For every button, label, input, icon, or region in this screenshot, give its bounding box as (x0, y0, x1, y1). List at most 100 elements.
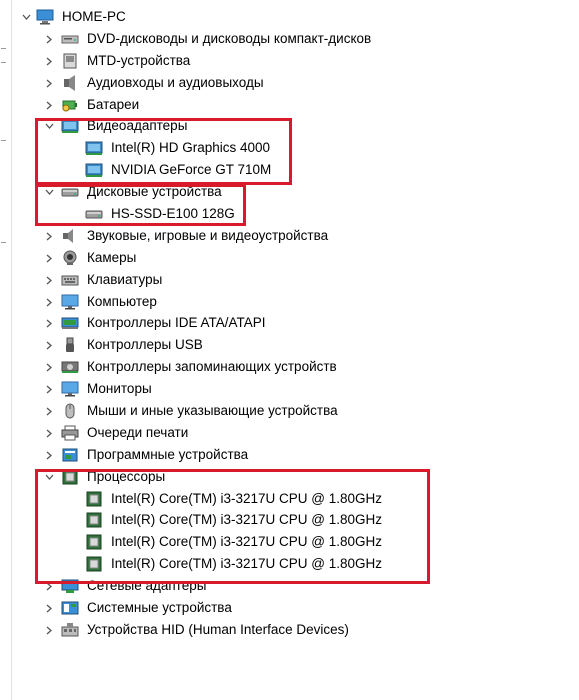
tree-category-9[interactable]: Компьютер (12, 291, 579, 313)
expand-arrow-icon[interactable] (42, 269, 56, 291)
tree-category-2[interactable]: Аудиовходы и аудиовыходы (12, 72, 579, 94)
expand-arrow-icon[interactable] (42, 356, 56, 378)
tree-category-6[interactable]: Звуковые, игровые и видеоустройства (12, 225, 579, 247)
expand-arrow-icon[interactable] (42, 334, 56, 356)
tree-device-4-1[interactable]: NVIDIA GeForce GT 710M (12, 159, 579, 181)
collapse-arrow-icon[interactable] (42, 115, 56, 137)
tree-device-17-0[interactable]: Intel(R) Core(TM) i3-3217U CPU @ 1.80GHz (12, 488, 579, 510)
system-device-icon (61, 600, 79, 616)
tree-category-10[interactable]: Контроллеры IDE ATA/ATAPI (12, 312, 579, 334)
expand-arrow-icon[interactable] (42, 28, 56, 50)
tree-item-label: Intel(R) Core(TM) i3-3217U CPU @ 1.80GHz (111, 556, 383, 572)
mouse-icon (61, 403, 79, 419)
tree-item-label: Контроллеры IDE ATA/ATAPI (87, 315, 266, 331)
tree-device-5-0[interactable]: HS-SSD-E100 128G (12, 203, 579, 225)
expand-arrow-icon[interactable] (42, 50, 56, 72)
tree-item-label: Контроллеры USB (87, 337, 203, 353)
disk-drive-icon (85, 206, 103, 222)
monitor-icon (61, 294, 79, 310)
tree-category-7[interactable]: Камеры (12, 247, 579, 269)
pane-tick-mark (1, 242, 6, 243)
tree-category-16[interactable]: Программные устройства (12, 444, 579, 466)
tree-item-label: NVIDIA GeForce GT 710M (111, 162, 272, 178)
collapse-arrow-icon[interactable] (42, 466, 56, 488)
tree-item-label: Очереди печати (87, 424, 189, 440)
tree-item-label: MTD-устройства (87, 52, 191, 68)
computer-icon (36, 9, 54, 25)
network-adapter-icon (61, 578, 79, 594)
speaker-icon (61, 228, 79, 244)
tree-category-11[interactable]: Контроллеры USB (12, 334, 579, 356)
collapse-arrow-icon[interactable] (19, 6, 33, 28)
tree-category-4[interactable]: Видеоадаптеры (12, 115, 579, 137)
tree-category-19[interactable]: Системные устройства (12, 597, 579, 619)
processor-icon (85, 534, 103, 550)
tree-device-17-1[interactable]: Intel(R) Core(TM) i3-3217U CPU @ 1.80GHz (12, 509, 579, 531)
tree-category-8[interactable]: Клавиатуры (12, 269, 579, 291)
tree-category-12[interactable]: Контроллеры запоминающих устройств (12, 356, 579, 378)
tree-category-0[interactable]: DVD-дисководы и дисководы компакт-дисков (12, 28, 579, 50)
expand-arrow-icon[interactable] (42, 94, 56, 116)
processor-icon (61, 469, 79, 485)
tree-category-18[interactable]: Сетевые адаптеры (12, 575, 579, 597)
expand-arrow-icon[interactable] (42, 597, 56, 619)
tree-item-label: Дисковые устройства (87, 184, 222, 200)
software-device-icon (61, 447, 79, 463)
mtd-device-icon (61, 53, 79, 69)
tree-item-label: Клавиатуры (87, 271, 163, 287)
tree-item-label: Intel(R) HD Graphics 4000 (111, 140, 271, 156)
tree-category-13[interactable]: Мониторы (12, 378, 579, 400)
tree-device-17-3[interactable]: Intel(R) Core(TM) i3-3217U CPU @ 1.80GHz (12, 553, 579, 575)
tree-item-label: Intel(R) Core(TM) i3-3217U CPU @ 1.80GHz (111, 512, 383, 528)
pane-tick-mark (1, 62, 6, 63)
tree-category-17[interactable]: Процессоры (12, 466, 579, 488)
tree-item-label: HS-SSD-E100 128G (111, 206, 235, 222)
collapse-arrow-icon[interactable] (42, 181, 56, 203)
tree-item-label: Батареи (87, 96, 140, 112)
tree-root-home-pc[interactable]: HOME-PC (12, 6, 579, 28)
tree-item-label: Сетевые адаптеры (87, 578, 207, 594)
tree-category-15[interactable]: Очереди печати (12, 422, 579, 444)
expand-arrow-icon[interactable] (42, 225, 56, 247)
printer-icon (61, 425, 79, 441)
tree-category-14[interactable]: Мыши и иные указывающие устройства (12, 400, 579, 422)
expand-arrow-icon[interactable] (42, 72, 56, 94)
display-adapter-icon (85, 140, 103, 156)
dvd-drive-icon (61, 31, 79, 47)
disk-drive-icon (61, 184, 79, 200)
tree-category-5[interactable]: Дисковые устройства (12, 181, 579, 203)
storage-controller-icon (61, 359, 79, 375)
device-tree: HOME-PC DVD-дисководы и дисководы компакт… (12, 6, 579, 641)
tree-item-label: Устройства HID (Human Interface Devices) (87, 621, 349, 637)
tree-item-label: DVD-дисководы и дисководы компакт-дисков (87, 30, 372, 46)
tree-item-label: Видеоадаптеры (87, 118, 188, 134)
expand-arrow-icon[interactable] (42, 575, 56, 597)
pane-tick-mark (1, 140, 6, 141)
monitor-icon (61, 381, 79, 397)
expand-arrow-icon[interactable] (42, 247, 56, 269)
tree-device-17-2[interactable]: Intel(R) Core(TM) i3-3217U CPU @ 1.80GHz (12, 531, 579, 553)
expand-arrow-icon[interactable] (42, 312, 56, 334)
tree-item-label: Программные устройства (87, 446, 249, 462)
tree-category-3[interactable]: Батареи (12, 94, 579, 116)
processor-icon (85, 512, 103, 528)
display-adapter-icon (85, 162, 103, 178)
camera-icon (61, 250, 79, 266)
tree-item-label: Intel(R) Core(TM) i3-3217U CPU @ 1.80GHz (111, 490, 383, 506)
expand-arrow-icon[interactable] (42, 619, 56, 641)
pane-tick-mark (1, 48, 6, 49)
processor-icon (85, 491, 103, 507)
expand-arrow-icon[interactable] (42, 422, 56, 444)
expand-arrow-icon[interactable] (42, 291, 56, 313)
tree-item-label: HOME-PC (62, 9, 126, 24)
tree-device-4-0[interactable]: Intel(R) HD Graphics 4000 (12, 137, 579, 159)
expand-arrow-icon[interactable] (42, 400, 56, 422)
tree-item-label: Процессоры (87, 468, 166, 484)
tree-category-1[interactable]: MTD-устройства (12, 50, 579, 72)
expand-arrow-icon[interactable] (42, 378, 56, 400)
battery-icon (61, 97, 79, 113)
tree-item-label: Системные устройства (87, 600, 232, 616)
expand-arrow-icon[interactable] (42, 444, 56, 466)
tree-item-label: Аудиовходы и аудиовыходы (87, 74, 264, 90)
tree-category-20[interactable]: Устройства HID (Human Interface Devices) (12, 619, 579, 641)
